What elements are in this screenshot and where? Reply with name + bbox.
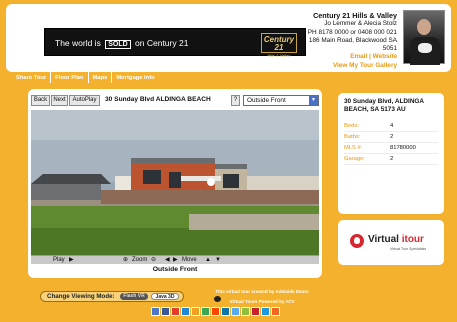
email-link[interactable]: Email: [350, 53, 367, 60]
zoom-out-icon[interactable]: ⊖: [151, 256, 156, 264]
tab-floor-plan[interactable]: Floor Plan: [51, 72, 89, 83]
next-button[interactable]: Next: [51, 95, 68, 106]
move-up-icon[interactable]: ▲: [205, 256, 211, 264]
share-icon[interactable]: [271, 307, 280, 316]
back-button[interactable]: Back: [31, 95, 50, 106]
detail-row: MLS #: 81780000: [344, 143, 438, 154]
itour-logo-icon: [350, 234, 364, 248]
property-address: 30 Sunday Blvd, ALDINGA BEACH, SA 5173 A…: [344, 98, 424, 113]
share-icon[interactable]: [261, 307, 270, 316]
agent-names: Jo Lemmer & Alecia Stolz: [324, 20, 397, 28]
viewer-toolbar: Back Next AutoPlay 30 Sunday Blvd ALDING…: [31, 95, 319, 108]
share-icon[interactable]: [181, 307, 190, 316]
agent-contact-block: Century 21 Hills & Valley Jo Lemmer & Al…: [237, 11, 397, 70]
autoplay-button[interactable]: AutoPlay: [69, 95, 100, 106]
agent-street: 186 Main Road, Blackwood SA: [308, 36, 397, 44]
agent-postcode: 5051: [382, 45, 397, 53]
help-button[interactable]: ?: [231, 95, 240, 106]
tour-credit: This virtual tour created by Adelaide It…: [192, 287, 332, 307]
scene-caption: Outside Front: [152, 266, 198, 273]
share-icon[interactable]: [171, 307, 180, 316]
tour-title: 30 Sunday Blvd ALDINGA BEACH: [105, 96, 211, 103]
tab-mortgage-info[interactable]: Mortgage Info: [112, 72, 158, 83]
credit-line[interactable]: This virtual tour created by Adelaide It…: [192, 287, 332, 297]
agent-photo: [403, 10, 445, 65]
panorama-viewport[interactable]: [31, 110, 319, 256]
house-panorama-image: [31, 110, 319, 256]
atv-logo-icon: [214, 296, 221, 302]
share-icons: [151, 307, 280, 317]
viewer-controls: Play ▶ ⊕ Zoom ⊖ ◀ ▶ Move ▲ ▼: [31, 255, 319, 264]
banner-text: The world is SOLD on Century 21: [55, 38, 189, 49]
sold-badge: SOLD: [105, 40, 131, 49]
share-icon[interactable]: [201, 307, 210, 316]
share-icon[interactable]: [251, 307, 260, 316]
twitter-icon[interactable]: [231, 307, 240, 316]
tour-viewer-panel: Back Next AutoPlay 30 Sunday Blvd ALDING…: [28, 89, 322, 278]
tab-share-tour[interactable]: Share Tour: [12, 72, 52, 83]
move-right-icon[interactable]: ▶: [173, 256, 178, 264]
property-details: 30 Sunday Blvd, ALDINGA BEACH, SA 5173 A…: [338, 93, 444, 214]
flash-vr-button[interactable]: Flash VR: [120, 293, 148, 300]
viewing-mode-switcher: Change Viewing Mode: Flash VR Java 3D: [40, 291, 184, 302]
tour-gallery-link[interactable]: View My Tour Gallery: [237, 62, 397, 70]
zoom-label: Zoom: [132, 257, 148, 263]
header-panel: The world is SOLD on Century 21 Century …: [6, 4, 451, 72]
tour-nav: Share Tour Floor Plan Maps Mortgage Info: [12, 72, 159, 85]
view-select[interactable]: Outside Front ▼: [243, 95, 319, 106]
detail-row: Garage: 2: [344, 154, 438, 165]
play-label: Play: [53, 257, 65, 263]
move-left-icon[interactable]: ◀: [165, 256, 170, 264]
itour-logo-text: Virtual itour: [368, 234, 424, 245]
share-icon[interactable]: [151, 307, 160, 316]
facebook-icon[interactable]: [161, 307, 170, 316]
chevron-down-icon: ▼: [309, 96, 318, 105]
website-link[interactable]: Website: [373, 53, 397, 60]
itour-tagline: Virtual Tour Specialists: [390, 247, 427, 251]
agent-office: Century 21 Hills & Valley: [313, 11, 397, 20]
share-icon[interactable]: [211, 307, 220, 316]
agent-phone: PH 8178 0000 or 0408 000 021: [307, 28, 397, 36]
share-icon[interactable]: [221, 307, 230, 316]
share-icon[interactable]: [191, 307, 200, 316]
play-icon[interactable]: ▶: [69, 256, 74, 264]
powered-line[interactable]: Virtual Tours Powered by ATV: [192, 297, 332, 307]
agent-links: Email | Website: [350, 53, 397, 61]
virtual-itour-logo[interactable]: Virtual itour Virtual Tour Specialists: [338, 220, 444, 265]
move-label: Move: [182, 257, 197, 263]
detail-row: Beds: 4: [344, 121, 438, 132]
viewing-mode-label: Change Viewing Mode:: [47, 293, 115, 300]
tab-maps[interactable]: Maps: [89, 72, 113, 83]
zoom-in-icon[interactable]: ⊕: [123, 256, 128, 264]
move-down-icon[interactable]: ▼: [215, 256, 221, 264]
share-icon[interactable]: [241, 307, 250, 316]
detail-row: Baths: 2: [344, 132, 438, 143]
java-3d-button[interactable]: Java 3D: [151, 293, 179, 300]
